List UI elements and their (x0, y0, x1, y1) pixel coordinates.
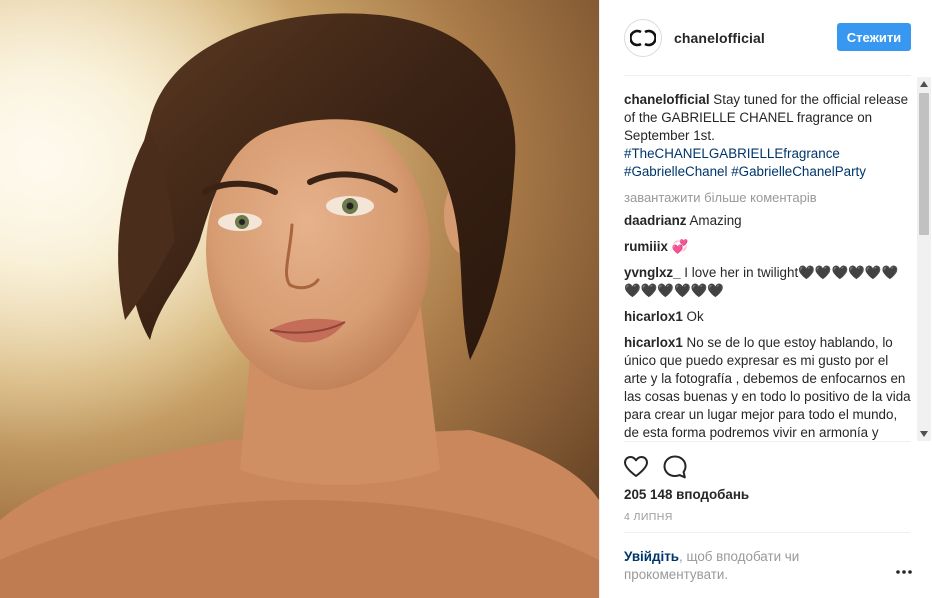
comment-username[interactable]: yvnglxz_ (624, 265, 681, 280)
comment-text: Amazing (686, 213, 742, 228)
comment-text: No se de lo que estoy hablando, lo único… (624, 335, 911, 440)
hashtag-link[interactable]: #TheCHANELGABRIELLEfragrance (624, 146, 840, 161)
instagram-post: chanelofficial Стежити chanelofficial St… (0, 0, 932, 598)
hashtag-link[interactable]: #GabrielleChanel (624, 164, 727, 179)
post-date: 4 ЛИПНЯ (624, 511, 673, 523)
comment-item: daadrianz Amazing (624, 212, 914, 230)
login-prompt: Увійдіть, щоб вподобати чи прокоментуват… (624, 548, 854, 584)
more-options-icon (896, 570, 912, 574)
load-more-comments-link[interactable]: завантажити більше коментарів (624, 189, 914, 207)
chanel-logo-icon (630, 29, 656, 47)
comments-list: chanelofficial Stay tuned for the offici… (624, 91, 914, 441)
comment-bubble-icon (663, 455, 687, 479)
comment-item: hicarlox1 No se de lo que estoy hablando… (624, 334, 914, 441)
comment-username[interactable]: daadrianz (624, 213, 687, 228)
comment-username[interactable]: rumiiix (624, 239, 668, 254)
like-button[interactable] (622, 453, 650, 481)
chanel-logo-avatar[interactable] (624, 19, 662, 57)
login-link[interactable]: Увійдіть (624, 549, 679, 564)
heart-icon (624, 456, 648, 477)
hashtag-link[interactable]: #GabrielleChanelParty (731, 164, 866, 179)
comment-username[interactable]: hicarlox1 (624, 309, 683, 324)
scroll-down-arrow-icon[interactable] (917, 427, 931, 441)
comment-text: 💞 (667, 239, 689, 254)
scrollbar-thumb[interactable] (919, 93, 929, 235)
post-photo[interactable] (0, 0, 599, 598)
follow-button[interactable]: Стежити (837, 23, 911, 51)
post-side-panel: chanelofficial Стежити chanelofficial St… (599, 0, 932, 598)
comment-item: hicarlox1 Ok (624, 308, 914, 326)
comment-button[interactable] (661, 453, 689, 481)
more-options-button[interactable] (894, 564, 914, 580)
portrait-image (0, 0, 599, 598)
comment-item: rumiiix 💞 (624, 238, 914, 256)
scroll-up-arrow-icon[interactable] (917, 77, 931, 91)
comment-item: yvnglxz_ I love her in twilight🖤🖤🖤🖤🖤🖤🖤🖤🖤… (624, 264, 914, 300)
comment-username[interactable]: hicarlox1 (624, 335, 683, 350)
post-caption: chanelofficial Stay tuned for the offici… (624, 91, 914, 181)
comment-text: Ok (682, 309, 704, 324)
post-header: chanelofficial Стежити (600, 0, 932, 76)
footer-divider (624, 532, 910, 533)
likes-count[interactable]: 205 148 вподобань (624, 487, 749, 502)
actions-divider (624, 441, 911, 442)
header-divider (624, 75, 911, 76)
caption-username[interactable]: chanelofficial (624, 92, 710, 107)
header-username[interactable]: chanelofficial (674, 30, 765, 46)
comments-scrollbar[interactable] (917, 77, 931, 441)
